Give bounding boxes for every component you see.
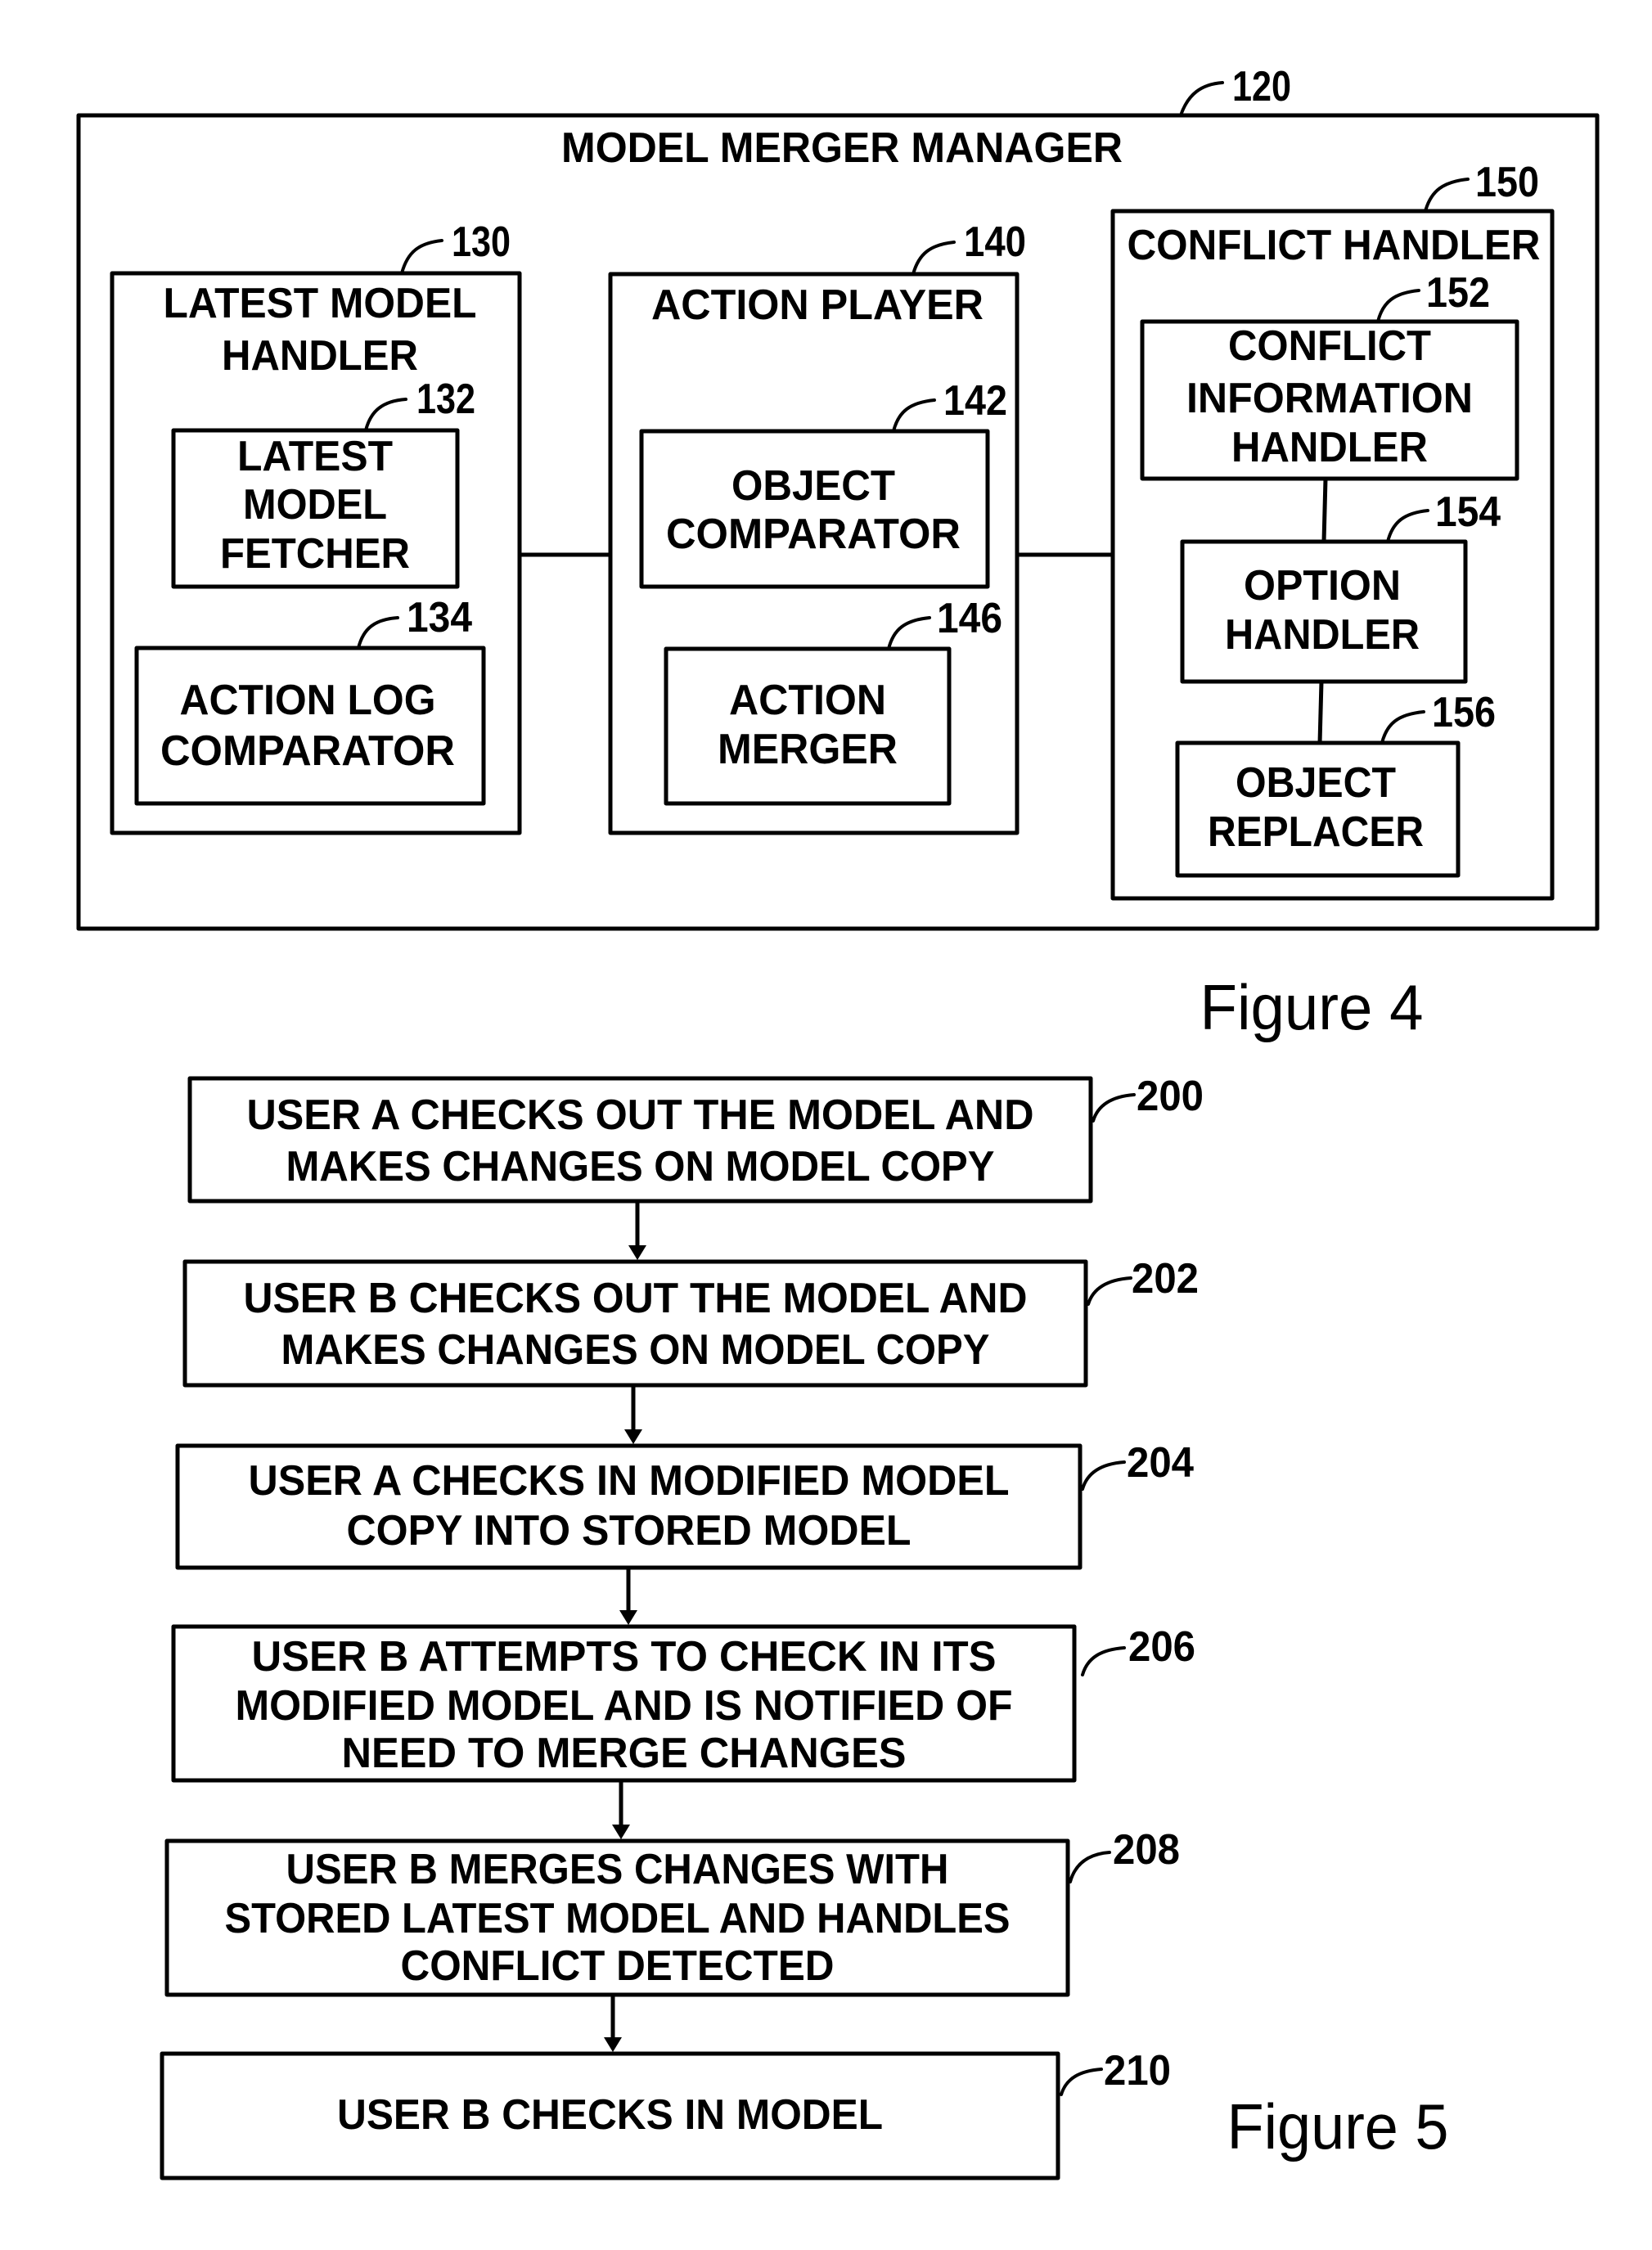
flow-step-210: USER B CHECKS IN MODEL 210	[160, 2047, 1171, 2180]
flow-step-text-line: USER B CHECKS OUT THE MODEL AND	[244, 1275, 1028, 1322]
ref-156: 156	[1432, 689, 1496, 736]
option-handler-line2: HANDLER	[1225, 611, 1420, 659]
object-comparator-line1: OBJECT	[731, 462, 895, 510]
flow-step-200: USER A CHECKS OUT THE MODEL ANDMAKES CHA…	[187, 1073, 1204, 1260]
flow-step-text-line: CONFLICT DETECTED	[401, 1942, 835, 1990]
ref-210: 210	[1104, 2047, 1171, 2095]
flow-arrowhead-icon	[624, 1429, 642, 1444]
leader-120	[1179, 81, 1224, 117]
ref-202: 202	[1132, 1255, 1199, 1303]
flow-step-text-line: COPY INTO STORED MODEL	[347, 1507, 912, 1555]
option-handler-line1: OPTION	[1244, 562, 1401, 610]
ref-204: 204	[1127, 1439, 1194, 1487]
object-replacer-line1: OBJECT	[1236, 759, 1396, 807]
action-merger-line1: ACTION	[729, 677, 886, 724]
ref-146: 146	[937, 595, 1002, 642]
latest-model-handler-title-line1: LATEST MODEL	[164, 280, 477, 327]
conflict-information-handler-line1: CONFLICT	[1228, 322, 1431, 370]
ref-200: 200	[1137, 1073, 1204, 1120]
flow-arrowhead-icon	[604, 2037, 622, 2052]
latest-model-handler-title-line2: HANDLER	[222, 332, 418, 380]
figure-4: 120 MODEL MERGER MANAGER 130 LATEST MODE…	[76, 63, 1600, 1043]
leader-206	[1081, 1646, 1126, 1676]
flow-step-206: USER B ATTEMPTS TO CHECK IN ITSMODIFIED …	[171, 1623, 1195, 1839]
latest-model-fetcher-line3: FETCHER	[220, 530, 410, 578]
conflict-information-handler-line2: INFORMATION	[1186, 375, 1473, 422]
ref-120: 120	[1232, 63, 1291, 110]
flow-step-text-line: MODIFIED MODEL AND IS NOTIFIED OF	[236, 1682, 1013, 1730]
latest-model-fetcher-line2: MODEL	[243, 481, 387, 529]
flow-step-text-line: MAKES CHANGES ON MODEL COPY	[286, 1143, 995, 1190]
flow-step-202: USER B CHECKS OUT THE MODEL ANDMAKES CHA…	[182, 1255, 1199, 1444]
ref-142: 142	[943, 377, 1007, 425]
connector-154-156	[1317, 681, 1324, 744]
action-log-comparator-line1: ACTION LOG	[180, 677, 436, 724]
action-log-comparator-box	[134, 646, 486, 806]
object-comparator-line2: COMPARATOR	[666, 511, 961, 558]
flow-step-text-line: STORED LATEST MODEL AND HANDLES	[225, 1895, 1011, 1942]
leader-210	[1060, 2068, 1103, 2096]
object-replacer-line2: REPLACER	[1208, 808, 1424, 856]
flow-arrowhead-icon	[619, 1610, 637, 1625]
action-player-title: ACTION PLAYER	[651, 281, 984, 329]
leader-208	[1069, 1851, 1111, 1883]
ref-130: 130	[452, 218, 511, 266]
figure-4-caption: Figure 4	[1200, 971, 1424, 1043]
conflict-handler-title: CONFLICT HANDLER	[1128, 222, 1541, 269]
leader-200	[1092, 1093, 1136, 1123]
flow-step-text-line: MAKES CHANGES ON MODEL COPY	[281, 1326, 990, 1374]
leader-202	[1087, 1276, 1132, 1306]
latest-model-handler: 130 LATEST MODEL HANDLER 132 LATEST MODE…	[110, 218, 522, 835]
flow-step-text-line: NEED TO MERGE CHANGES	[342, 1730, 907, 1777]
ref-206: 206	[1128, 1623, 1195, 1671]
patent-drawing: 120 MODEL MERGER MANAGER 130 LATEST MODE…	[76, 63, 1600, 2180]
flow-step-text-line: USER B CHECKS IN MODEL	[337, 2091, 883, 2139]
flow-arrowhead-icon	[612, 1825, 630, 1839]
flow-step-text-line: USER B ATTEMPTS TO CHECK IN ITS	[252, 1633, 997, 1681]
action-merger-line2: MERGER	[718, 726, 898, 773]
model-merger-manager-title: MODEL MERGER MANAGER	[561, 124, 1123, 172]
action-log-comparator-line2: COMPARATOR	[160, 727, 455, 775]
action-player: 140 ACTION PLAYER 142 OBJECT COMPARATOR …	[608, 218, 1026, 835]
ref-140: 140	[964, 218, 1026, 266]
ref-134: 134	[407, 594, 472, 641]
ref-132: 132	[416, 376, 475, 423]
flow-step-208: USER B MERGES CHANGES WITHSTORED LATEST …	[164, 1826, 1180, 2052]
ref-152: 152	[1426, 269, 1490, 317]
flow-step-text-line: USER A CHECKS OUT THE MODEL AND	[247, 1091, 1034, 1139]
figure-5: USER A CHECKS OUT THE MODEL ANDMAKES CHA…	[160, 1073, 1204, 2180]
flow-step-204: USER A CHECKS IN MODIFIED MODELCOPY INTO…	[175, 1439, 1194, 1625]
flow-arrowhead-icon	[628, 1245, 646, 1260]
conflict-handler: 150 CONFLICT HANDLER 152 CONFLICT INFORM…	[1110, 159, 1555, 901]
figure-5-caption: Figure 5	[1227, 2090, 1449, 2162]
connector-152-154	[1321, 478, 1328, 542]
leader-204	[1081, 1460, 1126, 1491]
ref-208: 208	[1113, 1826, 1180, 1874]
flow-step-text-line: USER A CHECKS IN MODIFIED MODEL	[249, 1457, 1010, 1505]
flow-step-text-line: USER B MERGES CHANGES WITH	[286, 1846, 949, 1893]
latest-model-fetcher-line1: LATEST	[237, 433, 393, 480]
ref-154: 154	[1435, 488, 1501, 536]
ref-150: 150	[1475, 159, 1539, 206]
conflict-information-handler-line3: HANDLER	[1231, 424, 1428, 471]
